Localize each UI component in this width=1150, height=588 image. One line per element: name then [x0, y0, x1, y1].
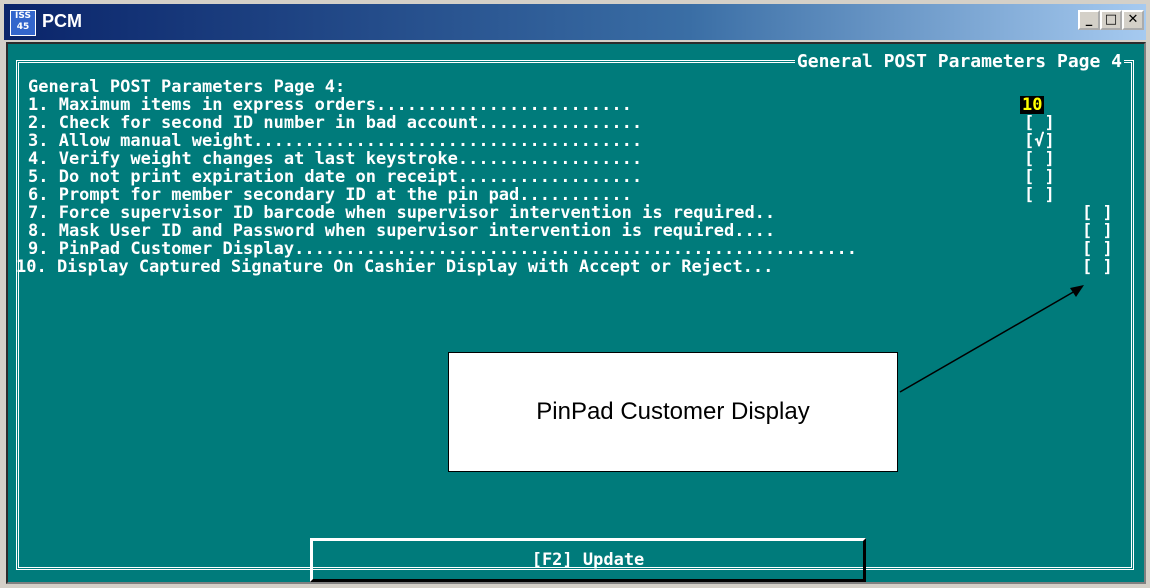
param-checkbox-9[interactable]: [ ]	[1082, 240, 1113, 258]
param-checkbox-7[interactable]: [ ]	[1082, 204, 1113, 222]
close-button[interactable]: ✕	[1122, 10, 1144, 30]
callout-label: PinPad Customer Display	[536, 398, 810, 425]
minimize-button[interactable]: _	[1078, 10, 1100, 30]
frame-title: General POST Parameters Page 4	[794, 51, 1124, 72]
param-checkbox-2[interactable]: [ ]	[1024, 114, 1055, 132]
title-bar[interactable]: ISS 45 PCM _ □ ✕	[4, 4, 1146, 40]
param-label-9: 9. PinPad Customer Display..............…	[28, 239, 858, 259]
param-checkbox-10[interactable]: [ ]	[1082, 258, 1113, 276]
param-checkbox-3[interactable]: [√]	[1024, 132, 1055, 150]
param-checkbox-4[interactable]: [ ]	[1024, 150, 1055, 168]
terminal-screen: General POST Parameters Page 4 General P…	[6, 42, 1146, 584]
param-checkbox-6[interactable]: [ ]	[1024, 186, 1055, 204]
param-label-1: 1. Maximum items in express orders......…	[28, 95, 632, 115]
pcm-window: ISS 45 PCM _ □ ✕ General POST Parameters …	[0, 0, 1150, 586]
param-label-3: 3. Allow manual weight..................…	[28, 131, 643, 151]
param-label-6: 6. Prompt for member secondary ID at the…	[28, 185, 632, 205]
f2-update-button[interactable]: [F2] Update	[310, 538, 866, 582]
param-checkbox-8[interactable]: [ ]	[1082, 222, 1113, 240]
app-icon: ISS 45	[10, 10, 36, 36]
param-label-4: 4. Verify weight changes at last keystro…	[28, 149, 643, 169]
param-checkbox-5[interactable]: [ ]	[1024, 168, 1055, 186]
window-title: PCM	[42, 11, 82, 31]
page-heading: General POST Parameters Page 4:	[28, 77, 346, 97]
callout-box: PinPad Customer Display	[448, 352, 898, 472]
param-label-5: 5. Do not print expiration date on recei…	[28, 167, 643, 187]
param-label-7: 7. Force supervisor ID barcode when supe…	[28, 203, 776, 223]
param-label-10: 10. Display Captured Signature On Cashie…	[16, 257, 774, 277]
param-label-2: 2. Check for second ID number in bad acc…	[28, 113, 643, 133]
param-label-8: 8. Mask User ID and Password when superv…	[28, 221, 776, 241]
param-value-1[interactable]: 10	[1020, 96, 1045, 114]
maximize-button[interactable]: □	[1100, 10, 1122, 30]
